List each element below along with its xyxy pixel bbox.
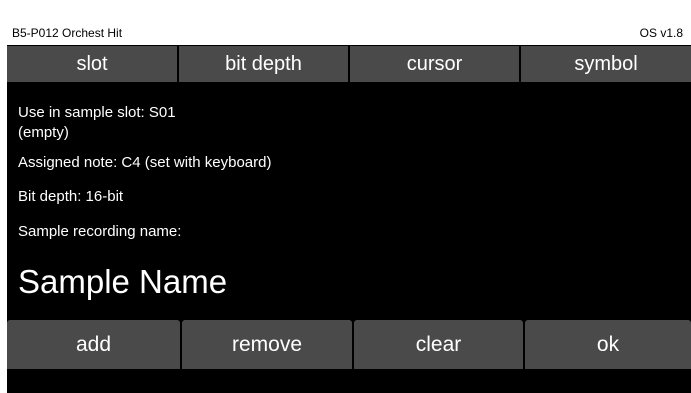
- patch-title: B5-P012 Orchest Hit: [12, 26, 123, 40]
- os-version: OS v1.8: [639, 26, 683, 40]
- sample-slot-state: (empty): [18, 124, 69, 141]
- tab-slot[interactable]: slot: [7, 46, 177, 82]
- remove-button[interactable]: remove: [182, 320, 352, 369]
- add-button[interactable]: add: [7, 320, 180, 369]
- status-bar: B5-P012 Orchest Hit OS v1.8: [7, 22, 691, 45]
- bottom-button-bar: add remove clear ok: [7, 320, 691, 369]
- device-screen: B5-P012 Orchest Hit OS v1.8 slot bit dep…: [7, 22, 691, 393]
- tab-bit-depth[interactable]: bit depth: [179, 46, 348, 82]
- top-tab-bar: slot bit depth cursor symbol: [7, 46, 691, 82]
- tab-cursor[interactable]: cursor: [350, 46, 519, 82]
- assigned-note-line: Assigned note: C4 (set with keyboard): [18, 154, 272, 171]
- ok-button[interactable]: ok: [525, 320, 691, 369]
- recording-name-label: Sample recording name:: [18, 223, 182, 240]
- bit-depth-line: Bit depth: 16-bit: [18, 188, 124, 205]
- tab-symbol[interactable]: symbol: [521, 46, 691, 82]
- clear-button[interactable]: clear: [354, 320, 523, 369]
- sample-name-field[interactable]: Sample Name: [18, 262, 227, 302]
- sample-slot-line: Use in sample slot: S01: [18, 104, 176, 121]
